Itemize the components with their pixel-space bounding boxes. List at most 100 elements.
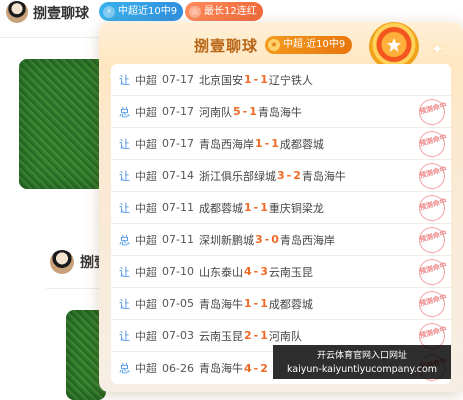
row-away-score: 1 <box>249 105 257 118</box>
record-row[interactable]: 总中超 07-17 河南队 5-1 青岛海牛 预测命中 <box>111 96 451 128</box>
row-date: 07-17 <box>162 137 194 150</box>
row-tag: 让 <box>119 201 130 215</box>
row-tag: 让 <box>119 265 130 279</box>
row-away-score: 0 <box>271 233 279 246</box>
row-league: 中超 <box>135 169 157 183</box>
hit-stamp-icon: 预测命中 <box>416 224 448 256</box>
hit-stamp-icon: 预测命中 <box>416 96 448 128</box>
record-badge-label: 中超·近10中9 <box>283 39 346 50</box>
record-list: 让中超 07-17 北京国安 1-1 辽宁铁人总中超 07-17 河南队 5-1 青岛海牛 预测命… <box>111 64 451 384</box>
row-home-team: 云南玉昆 <box>198 329 243 343</box>
row-tag: 总 <box>119 362 130 375</box>
row-date: 06-26 <box>162 361 194 375</box>
star-icon: ★ <box>268 39 280 51</box>
row-tag: 让 <box>119 297 130 311</box>
author-name[interactable]: 捌壹聊球 <box>33 3 89 23</box>
record-row[interactable]: 总中超 07-11 深圳新鹏城 3-0 青岛西海岸 预测命中 <box>111 224 451 256</box>
row-home-score: 1 <box>243 73 252 86</box>
row-tag: 让 <box>119 137 130 151</box>
avatar[interactable] <box>6 1 28 23</box>
row-date: 07-10 <box>162 265 194 278</box>
row-home-score: 5 <box>232 105 241 118</box>
sparkle-icon: ✦ <box>431 40 444 58</box>
row-score-separator: - <box>242 105 248 118</box>
avatar[interactable] <box>50 250 74 274</box>
row-tag: 让 <box>119 169 130 183</box>
watermark-url: kaiyun-kaiyuntiyucompany.com <box>286 364 438 375</box>
row-away-score: 1 <box>271 137 279 150</box>
hit-stamp-icon: 预测命中 <box>416 128 448 160</box>
row-home-team: 成都蓉城 <box>198 201 243 215</box>
row-away-team: 青岛西海岸 <box>279 233 335 247</box>
row-tag: 总 <box>119 105 130 119</box>
row-date: 07-03 <box>162 329 194 342</box>
row-home-score: 1 <box>254 137 263 150</box>
row-tag: 让 <box>119 329 130 343</box>
record-row[interactable]: 让中超 07-10 山东泰山 4-3 云南玉昆 预测命中 <box>111 256 451 288</box>
record-pill[interactable]: ⚡ 中超近10中9 <box>99 2 184 21</box>
record-row[interactable]: 让中超 07-05 青岛海牛 1-1 成都蓉城 预测命中 <box>111 288 451 320</box>
row-date: 07-14 <box>162 169 194 182</box>
row-home-score: 1 <box>243 297 252 310</box>
row-score-separator: - <box>253 361 259 375</box>
row-away-team: 河南队 <box>268 329 302 343</box>
record-row[interactable]: 让中超 07-17 北京国安 1-1 辽宁铁人 <box>111 64 451 96</box>
row-away-score: 1 <box>260 73 268 86</box>
record-badge: ★ 中超·近10中9 <box>265 36 353 54</box>
row-league: 中超 <box>135 362 157 375</box>
row-tag: 总 <box>119 233 130 247</box>
row-date: 07-05 <box>162 297 194 310</box>
row-home-team: 青岛海牛 <box>198 297 243 311</box>
row-date: 07-11 <box>162 233 194 246</box>
hit-stamp-icon: 预测命中 <box>416 256 448 288</box>
row-score-separator: - <box>253 265 259 278</box>
row-score-separator: - <box>264 233 270 246</box>
row-league: 中超 <box>135 297 157 311</box>
row-away-team: 重庆铜梁龙 <box>268 201 324 215</box>
row-league: 中超 <box>135 201 157 215</box>
row-league: 中超 <box>135 233 157 247</box>
row-tag: 让 <box>119 73 130 87</box>
row-score-separator: - <box>253 201 259 214</box>
row-away-score: 2 <box>293 169 301 182</box>
hit-stamp-icon: 预测命中 <box>416 288 448 320</box>
row-away-score: 2 <box>260 361 268 375</box>
row-home-team: 深圳新鹏城 <box>198 233 254 247</box>
row-away-score: 1 <box>260 329 268 342</box>
record-row[interactable]: 让中超 07-14 浙江俱乐部绿城 3-2 青岛海牛 预测命中 <box>111 160 451 192</box>
record-pill-label: 中超近10中9 <box>118 6 178 17</box>
row-score-separator: - <box>253 297 259 310</box>
row-away-score: 1 <box>260 297 268 310</box>
streak-pill-label: 最长12连红 <box>204 6 257 17</box>
record-row[interactable]: 让中超 07-11 成都蓉城 1-1 重庆铜梁龙 预测命中 <box>111 192 451 224</box>
row-league: 中超 <box>135 265 157 279</box>
row-home-score: 1 <box>243 201 252 214</box>
streak-pill[interactable]: ♨ 最长12连红 <box>185 2 263 21</box>
row-home-team: 青岛海牛 <box>198 362 243 375</box>
record-row[interactable]: 让中超 07-17 青岛西海岸 1-1 成都蓉城 预测命中 <box>111 128 451 160</box>
row-home-team: 浙江俱乐部绿城 <box>198 169 276 183</box>
row-home-team: 北京国安 <box>198 73 243 87</box>
row-league: 中超 <box>135 105 157 119</box>
row-home-team: 山东泰山 <box>198 265 243 279</box>
row-away-team: 青岛海牛 <box>257 105 302 119</box>
row-date: 07-17 <box>162 73 194 86</box>
row-home-score: 4 <box>243 265 252 278</box>
row-score-separator: - <box>253 329 259 342</box>
watermark: 开云体育官网入口网址 kaiyun-kaiyuntiyucompany.com <box>273 345 451 379</box>
row-home-team: 河南队 <box>198 105 232 119</box>
watermark-line: 开云体育官网入口网址 <box>316 351 407 361</box>
hit-stamp-icon: 预测命中 <box>416 160 448 192</box>
row-home-score: 3 <box>254 233 263 246</box>
row-score-separator: - <box>286 169 292 182</box>
record-popup: ✦ ✦ ✦ 捌壹聊球 ★ 中超·近10中9 让中超07-17北京国安1-1辽宁铁… <box>99 22 463 392</box>
lightning-icon: ⚡ <box>103 5 115 18</box>
popup-title: 捌壹聊球 <box>194 37 259 55</box>
row-league: 中超 <box>135 73 157 87</box>
row-away-team: 辽宁铁人 <box>268 73 313 87</box>
row-league: 中超 <box>135 329 157 343</box>
row-score-separator: - <box>253 73 259 86</box>
row-away-team: 云南玉昆 <box>268 265 313 279</box>
post-thumbnail[interactable] <box>19 59 105 189</box>
flame-icon: ♨ <box>189 5 201 18</box>
